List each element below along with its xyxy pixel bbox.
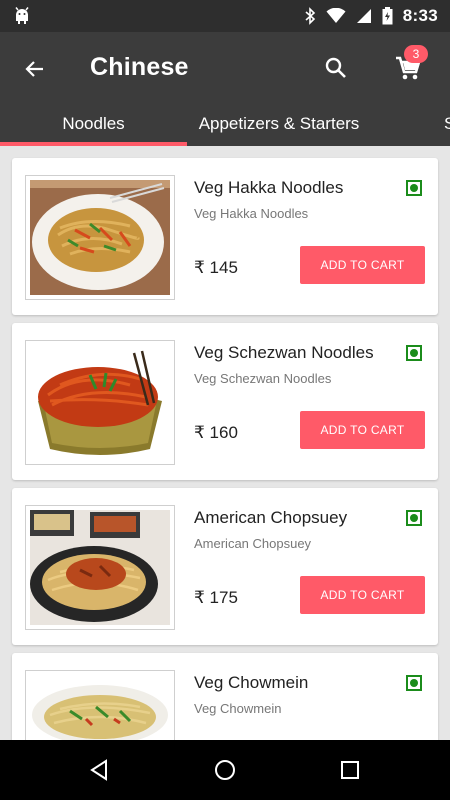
back-arrow-icon xyxy=(25,61,43,77)
search-icon xyxy=(325,57,346,78)
tab-noodles[interactable]: Noodles xyxy=(0,104,187,146)
veg-mark-icon xyxy=(406,345,422,361)
nav-home-icon xyxy=(215,760,235,780)
status-bar: 8:33 xyxy=(0,0,450,32)
add-to-cart-button[interactable]: ADD TO CART xyxy=(300,411,425,449)
item-image xyxy=(25,340,175,465)
menu-item-card[interactable]: Veg Chowmein Veg Chowmein xyxy=(12,653,438,740)
item-image xyxy=(25,505,175,630)
item-name: Veg Schezwan Noodles xyxy=(194,343,374,362)
android-icon xyxy=(12,6,32,26)
add-to-cart-button[interactable]: ADD TO CART xyxy=(300,576,425,614)
item-name: Veg Chowmein xyxy=(194,673,309,692)
battery-icon xyxy=(382,7,393,25)
nav-back-button[interactable] xyxy=(84,755,114,785)
item-image xyxy=(25,670,175,740)
tab-appetizers-starters[interactable]: Appetizers & Starters xyxy=(187,104,371,146)
cart-count-badge: 3 xyxy=(404,45,428,63)
item-price: ₹ 175 xyxy=(194,588,238,607)
nav-back-icon xyxy=(90,759,107,781)
nav-home-button[interactable] xyxy=(210,755,240,785)
category-tabs: Noodles Appetizers & Starters S xyxy=(0,104,450,146)
item-description: Veg Hakka Noodles xyxy=(194,206,309,221)
menu-item-card[interactable]: Veg Schezwan Noodles Veg Schezwan Noodle… xyxy=(12,323,438,480)
item-description: Veg Chowmein xyxy=(194,701,282,716)
nav-recents-icon xyxy=(341,761,359,779)
item-description: American Chopsuey xyxy=(194,536,312,551)
veg-mark-icon xyxy=(406,675,422,691)
add-to-cart-button[interactable]: ADD TO CART xyxy=(300,246,425,284)
veg-mark-icon xyxy=(406,510,422,526)
item-price: ₹ 160 xyxy=(194,423,238,442)
bluetooth-icon xyxy=(304,7,316,25)
menu-item-card[interactable]: American Chopsuey American Chopsuey ₹ 17… xyxy=(12,488,438,645)
nav-recents-button[interactable] xyxy=(335,755,365,785)
item-name: American Chopsuey xyxy=(194,508,348,527)
status-time: 8:33 xyxy=(402,6,438,25)
veg-mark-icon xyxy=(406,180,422,196)
signal-icon xyxy=(356,8,372,24)
menu-item-list[interactable]: Veg Hakka Noodles Veg Hakka Noodles ₹ 14… xyxy=(0,146,450,740)
back-button[interactable] xyxy=(18,52,52,86)
tab-next[interactable]: S xyxy=(444,104,450,146)
item-name: Veg Hakka Noodles xyxy=(194,178,344,197)
system-nav-bar xyxy=(0,740,450,800)
search-button[interactable] xyxy=(320,52,352,84)
item-price: ₹ 145 xyxy=(194,258,238,277)
wifi-icon xyxy=(326,8,346,24)
app-bar: Chinese 3 xyxy=(0,32,450,104)
item-image xyxy=(25,175,175,300)
item-description: Veg Schezwan Noodles xyxy=(194,371,332,386)
menu-item-card[interactable]: Veg Hakka Noodles Veg Hakka Noodles ₹ 14… xyxy=(12,158,438,315)
page-title: Chinese xyxy=(90,53,189,81)
